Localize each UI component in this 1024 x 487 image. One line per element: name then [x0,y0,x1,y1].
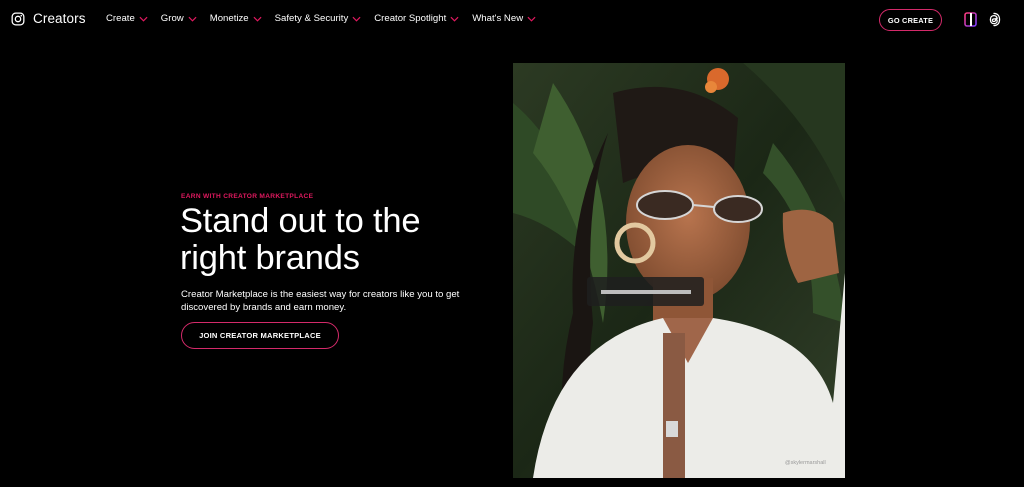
nav-item-label: Creator Spotlight [374,13,447,24]
chevron-down-icon [188,16,197,22]
chevron-down-icon [352,16,361,22]
nav-item-label: Monetize [209,13,249,24]
go-create-button[interactable]: GO CREATE [879,9,942,31]
hero-eyebrow: EARN WITH CREATOR MARKETPLACE [181,193,314,200]
nav-item-label: Safety & Security [274,13,349,24]
nav-item-monetize[interactable]: Monetize [210,13,262,24]
edits-app-icon[interactable] [964,12,977,27]
chevron-down-icon [527,16,536,22]
chevron-down-icon [139,16,148,22]
chevron-down-icon [253,16,262,22]
main-menu: Create Grow Monetize Safety & Security C… [106,13,549,24]
video-progress-track[interactable] [601,290,691,294]
join-creator-marketplace-button[interactable]: JOIN CREATOR MARKETPLACE [181,322,339,349]
nav-item-label: What's New [472,13,524,24]
chevron-down-icon [450,16,459,22]
nav-item-grow[interactable]: Grow [161,13,197,24]
hero-portrait-image [513,63,845,478]
nav-item-label: Create [106,13,135,24]
nav-item-label: Grow [160,13,184,24]
nav-item-create[interactable]: Create [106,13,148,24]
instagram-icon [11,12,25,25]
threads-icon[interactable] [987,12,1001,27]
brand-name: Creators [33,11,86,26]
nav-item-safety-security[interactable]: Safety & Security [275,13,362,24]
image-credit: @skylermarshall [785,460,826,466]
video-progress-overlay[interactable] [587,277,704,306]
brand-link[interactable]: Creators [11,11,86,26]
top-navigation: Creators Create Grow Monetize Safety & S… [0,0,1024,40]
hero-video[interactable] [513,63,845,478]
hero-body-text: Creator Marketplace is the easiest way f… [181,289,460,313]
nav-item-creator-spotlight[interactable]: Creator Spotlight [374,13,459,24]
hero-headline: Stand out to the right brands [180,202,421,277]
nav-item-whats-new[interactable]: What's New [472,13,536,24]
